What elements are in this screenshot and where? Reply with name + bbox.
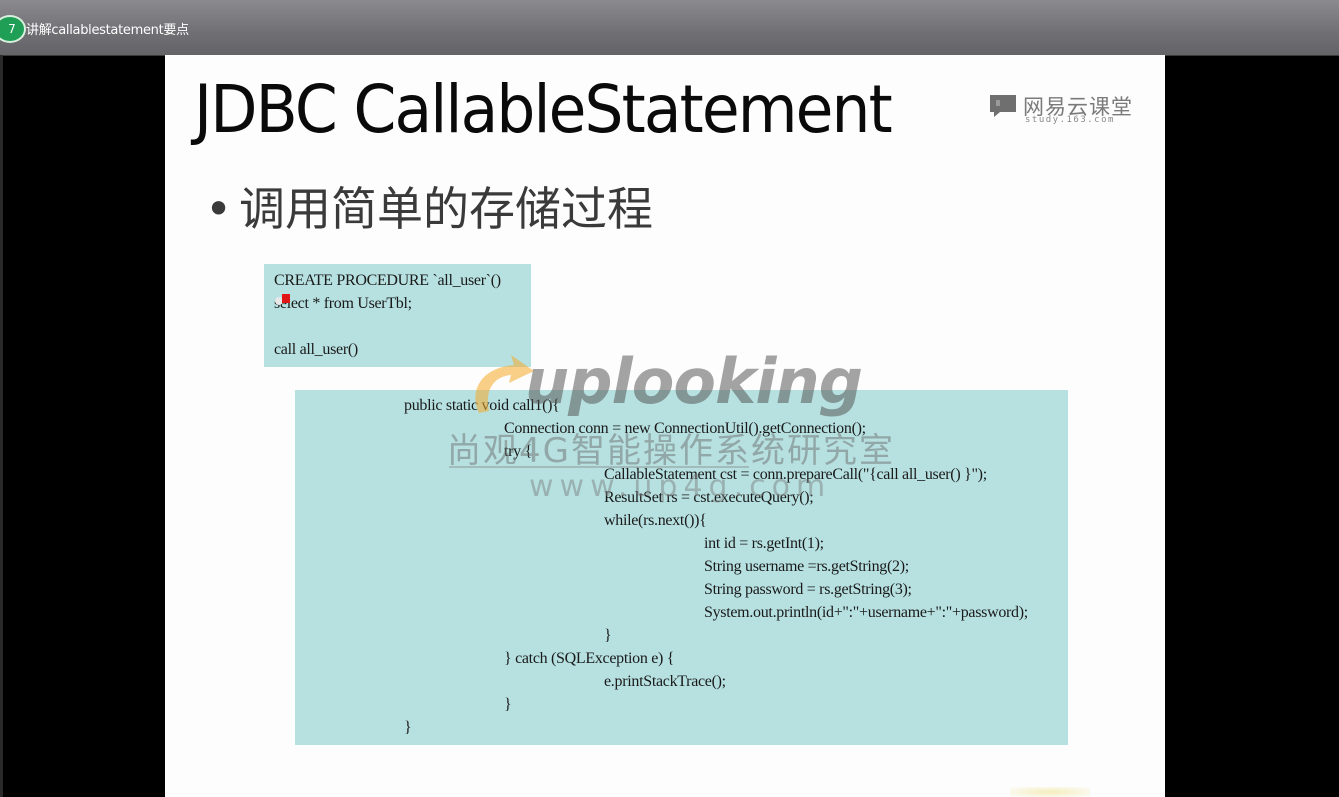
- episode-number-badge: 7: [0, 15, 26, 43]
- left-edge-divider: [0, 55, 3, 797]
- slide-title: JDBC CallableStatement: [194, 71, 893, 148]
- java-code-box: public static void call1(){ Connection co…: [295, 390, 1068, 745]
- java-code-line: }: [504, 696, 512, 713]
- java-code-line: } catch (SQLException e) {: [504, 650, 675, 667]
- java-code-line: String username =rs.getString(2);: [704, 558, 909, 575]
- java-code-line: }: [404, 719, 412, 736]
- sql-code-line: call all_user(): [274, 341, 358, 358]
- speech-bubble-icon: [990, 95, 1016, 117]
- bullet-dot-icon: •: [205, 182, 233, 236]
- java-code-line: }: [604, 627, 612, 644]
- netease-cloud-classroom-logo: 网易云课堂 study.163.com: [989, 91, 1139, 131]
- presentation-slide: JDBC CallableStatement 网易云课堂 study.163.c…: [165, 55, 1165, 797]
- brand-url: study.163.com: [1025, 115, 1115, 125]
- java-code-line: ResultSet rs = cst.executeQuery();: [604, 489, 814, 506]
- java-code-line: try {: [504, 443, 532, 460]
- java-code-line: public static void call1(){: [404, 397, 560, 414]
- sql-code-box: CREATE PROCEDURE `all_user`()select * fr…: [264, 264, 531, 367]
- video-title: 讲解callablestatement要点: [26, 23, 189, 38]
- red-marker-icon: [282, 294, 290, 303]
- java-code-line: while(rs.next()){: [604, 512, 707, 529]
- bottom-highlight: [1010, 787, 1090, 797]
- java-code-line: Connection conn = new ConnectionUtil().g…: [504, 420, 866, 437]
- java-code-line: System.out.println(id+":"+username+":"+p…: [704, 604, 1028, 621]
- sql-code-line: select * from UserTbl;: [274, 295, 412, 312]
- bullet-text: 调用简单的存储过程: [239, 182, 653, 236]
- java-code-line: CallableStatement cst = conn.prepareCall…: [604, 466, 987, 483]
- java-code-line: e.printStackTrace();: [604, 673, 726, 690]
- sql-code-line: CREATE PROCEDURE `all_user`(): [274, 272, 501, 289]
- slide-bullet: • 调用简单的存储过程: [205, 173, 653, 239]
- video-header-bar: 7 讲解callablestatement要点: [0, 0, 1339, 56]
- java-code-line: int id = rs.getInt(1);: [704, 535, 824, 552]
- java-code-line: String password = rs.getString(3);: [704, 581, 912, 598]
